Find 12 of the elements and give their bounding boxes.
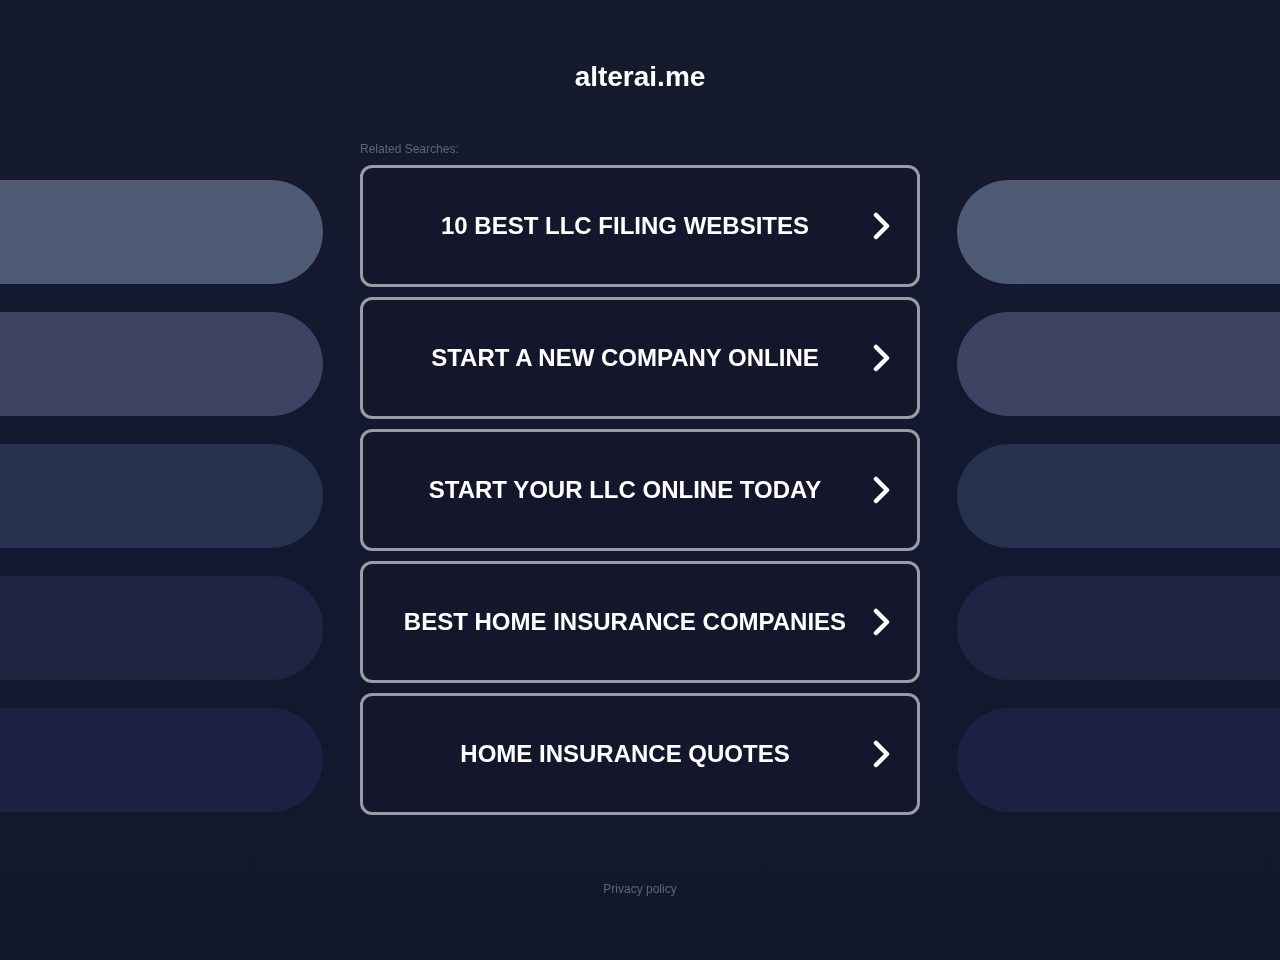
- related-search-link[interactable]: BEST HOME INSURANCE COMPANIES: [360, 561, 920, 683]
- related-search-link[interactable]: START YOUR LLC ONLINE TODAY: [360, 429, 920, 551]
- related-search-link[interactable]: HOME INSURANCE QUOTES: [360, 693, 920, 815]
- related-searches-label: Related Searches:: [360, 142, 459, 158]
- chevron-right-icon: [873, 212, 891, 240]
- chevron-right-icon: [873, 344, 891, 372]
- chevron-right-icon: [873, 476, 891, 504]
- related-search-link[interactable]: 10 BEST LLC FILING WEBSITES: [360, 165, 920, 287]
- chevron-right-icon: [873, 608, 891, 636]
- related-search-link[interactable]: START A NEW COMPANY ONLINE: [360, 297, 920, 419]
- chevron-right-icon: [873, 740, 891, 768]
- site-title: alterai.me: [573, 60, 707, 94]
